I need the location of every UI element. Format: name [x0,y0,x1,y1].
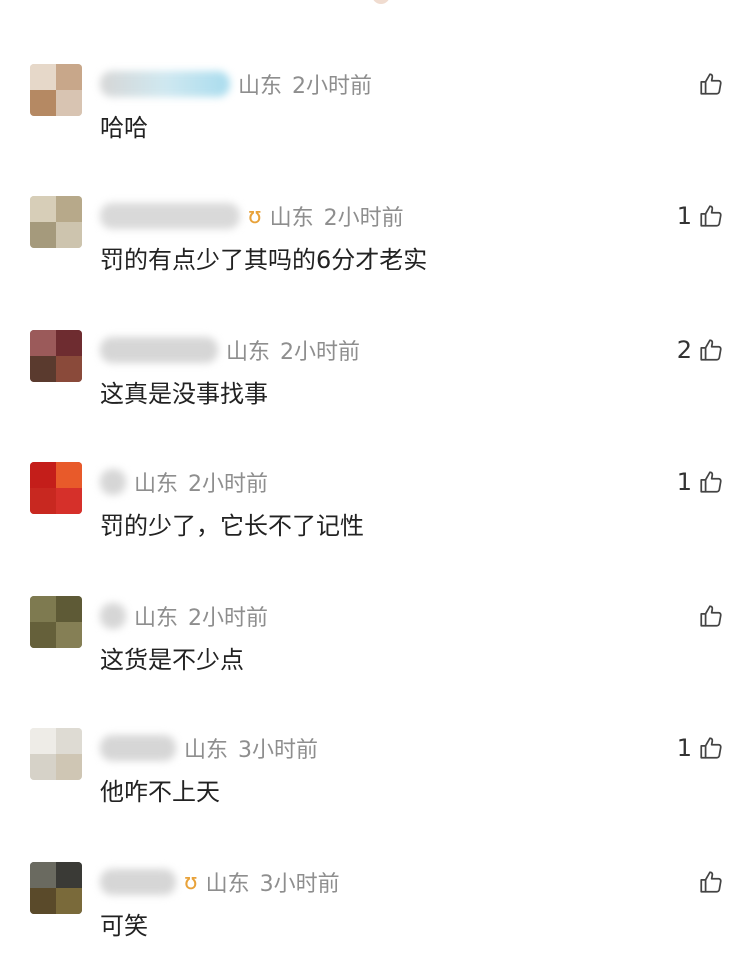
comment-list-screen: 山东 2小时前 哈哈 ʊ 山东 2小时前 罚的有点少了其吗的6分才老实 1 山东… [0,0,750,968]
comment-text: 罚的有点少了其吗的6分才老实 [100,246,428,274]
comment-text: 可笑 [100,912,148,940]
comment-meta: 山东 3小时前 [100,730,328,766]
comment-meta: ʊ 山东 2小时前 [100,198,414,234]
comment-item: 山东 2小时前 哈哈 [0,64,750,174]
like-button[interactable]: 1 [677,732,724,764]
thumbs-up-icon [698,71,724,97]
timestamp: 2小时前 [280,340,361,365]
thumbs-up-icon [698,603,724,629]
comment-meta: ʊ 山东 3小时前 [100,864,350,900]
avatar[interactable] [30,196,82,248]
avatar[interactable] [30,596,82,648]
comment-item: 山东 2小时前 这货是不少点 [0,596,750,706]
like-button[interactable]: 1 [677,466,724,498]
username-blurred[interactable] [100,71,230,97]
like-count: 2 [676,336,692,364]
location-label: 山东 [238,74,283,99]
timestamp: 2小时前 [323,206,404,231]
comment-meta: 山东 2小时前 [100,332,370,368]
thumbs-up-icon [698,469,724,495]
thumbs-up-icon [698,735,724,761]
location-label: 山东 [226,340,271,365]
thumbs-up-icon [698,337,724,363]
username-blurred[interactable] [100,337,218,363]
like-count: 1 [676,202,692,230]
like-button[interactable]: 2 [677,334,724,366]
avatar[interactable] [30,862,82,914]
like-button[interactable]: 1 [677,200,724,232]
location-label: 山东 [134,606,179,631]
username-blurred[interactable] [100,469,126,495]
comment-meta: 山东 2小时前 [100,598,278,634]
comment-meta: 山东 2小时前 [100,66,382,102]
comment-item: 山东 3小时前 他咋不上天 1 [0,728,750,838]
like-count: 1 [676,468,692,496]
timestamp: 3小时前 [259,872,340,897]
location-label: 山东 [205,872,250,897]
username-blurred[interactable] [100,203,240,229]
like-count: 1 [676,734,692,762]
timestamp: 3小时前 [238,738,319,763]
username-blurred[interactable] [100,735,176,761]
like-button[interactable] [692,600,724,632]
location-label: 山东 [269,206,314,231]
username-blurred[interactable] [100,603,126,629]
comment-meta: 山东 2小时前 [100,464,278,500]
vip-badge-icon: ʊ [248,203,262,229]
comment-text: 这货是不少点 [100,646,244,674]
avatar[interactable] [30,64,82,116]
timestamp: 2小时前 [292,74,373,99]
comment-item: ʊ 山东 3小时前 可笑 [0,862,750,968]
thumbs-up-icon [698,203,724,229]
location-label: 山东 [184,738,229,763]
comment-text: 他咋不上天 [100,778,220,806]
like-button[interactable] [692,866,724,898]
timestamp: 2小时前 [188,472,269,497]
top-indicator [372,0,390,4]
like-button[interactable] [692,68,724,100]
username-blurred[interactable] [100,869,176,895]
comment-item: ʊ 山东 2小时前 罚的有点少了其吗的6分才老实 1 [0,196,750,306]
vip-badge-icon: ʊ [184,869,198,895]
comment-text: 罚的少了，它长不了记性 [100,512,364,540]
timestamp: 2小时前 [188,606,269,631]
comment-item: 山东 2小时前 罚的少了，它长不了记性 1 [0,462,750,572]
avatar[interactable] [30,462,82,514]
comment-text: 哈哈 [100,114,148,142]
comment-item: 山东 2小时前 这真是没事找事 2 [0,330,750,440]
avatar[interactable] [30,330,82,382]
location-label: 山东 [134,472,179,497]
comment-text: 这真是没事找事 [100,380,268,408]
thumbs-up-icon [698,869,724,895]
avatar[interactable] [30,728,82,780]
